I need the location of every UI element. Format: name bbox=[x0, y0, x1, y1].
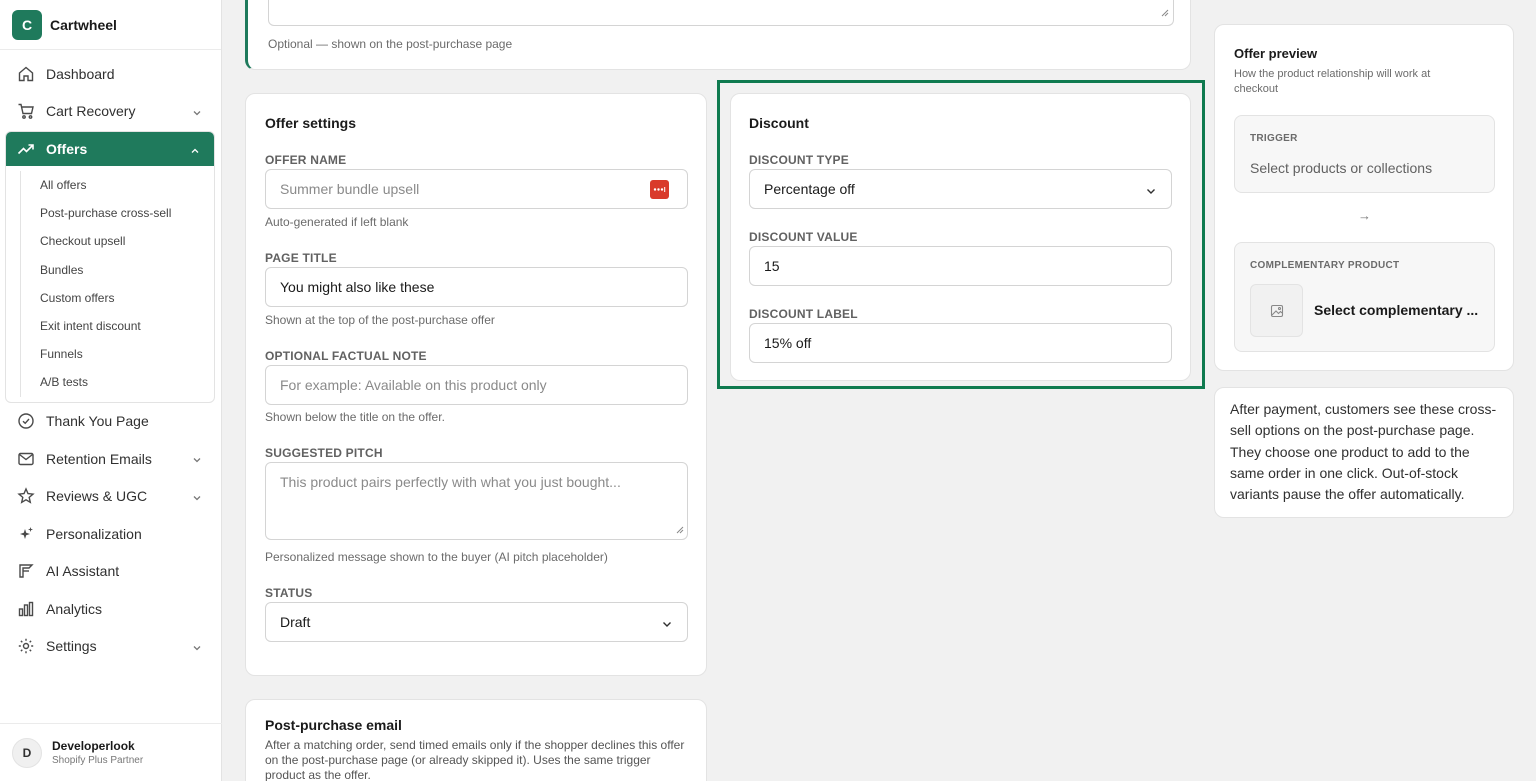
complementary-label: COMPLEMENTARY PRODUCT bbox=[1250, 260, 1400, 271]
nav-retention-label: Retention Emails bbox=[46, 450, 152, 467]
email-card-title: Post-purchase email bbox=[265, 717, 402, 733]
discount-highlight-outline bbox=[717, 80, 1205, 389]
email-card-desc: After a matching order, send timed email… bbox=[265, 738, 685, 781]
factual-note-input[interactable]: For example: Available on this product o… bbox=[265, 365, 688, 405]
complementary-value: Select complementary ... bbox=[1314, 302, 1479, 318]
resize-handle-icon[interactable] bbox=[676, 521, 684, 537]
resize-handle-icon[interactable] bbox=[1161, 4, 1169, 22]
page-title-help: Shown at the top of the post-purchase of… bbox=[265, 313, 495, 327]
nav-analytics-label: Analytics bbox=[46, 600, 103, 617]
pitch-help: Personalized message shown to the buyer … bbox=[265, 550, 608, 564]
avatar: D bbox=[12, 737, 42, 768]
star-icon bbox=[17, 487, 35, 505]
pitch-placeholder: This product pairs perfectly with what y… bbox=[280, 474, 621, 490]
offer-name-input[interactable]: Summer bundle upsell bbox=[265, 169, 688, 209]
mail-icon bbox=[17, 450, 35, 468]
user-role: Shopify Plus Partner bbox=[52, 755, 144, 766]
info-text: After payment, customers see these cross… bbox=[1230, 401, 1497, 503]
nav-ai-assistant-label: AI Assistant bbox=[46, 563, 120, 580]
chevron-down-icon bbox=[192, 105, 202, 121]
offer-preview-card: Offer preview How the product relationsh… bbox=[1214, 24, 1514, 371]
status-value: Draft bbox=[280, 614, 311, 630]
gear-icon bbox=[17, 637, 35, 655]
sub-item-all-offers[interactable]: All offers bbox=[40, 171, 214, 199]
nav-ai-assistant[interactable]: AI Assistant bbox=[0, 553, 222, 591]
offer-settings-card: Offer settings OFFER NAME Summer bundle … bbox=[245, 93, 707, 676]
info-card: After payment, customers see these cross… bbox=[1214, 387, 1514, 518]
sparkle-icon bbox=[17, 525, 35, 543]
page-title-label: PAGE TITLE bbox=[265, 251, 337, 265]
check-circle-icon bbox=[17, 412, 35, 430]
bar-chart-icon bbox=[17, 600, 35, 618]
post-purchase-email-card: Post-purchase email After a matching ord… bbox=[245, 699, 707, 781]
user-account[interactable]: D Developerlook Shopify Plus Partner bbox=[0, 723, 222, 781]
nav-cart-recovery[interactable]: Cart Recovery bbox=[0, 93, 222, 131]
nav-settings[interactable]: Settings bbox=[0, 628, 222, 666]
user-name: Developerlook bbox=[52, 739, 135, 753]
offer-name-label: OFFER NAME bbox=[265, 153, 347, 167]
nav-personalization-label: Personalization bbox=[46, 525, 142, 542]
trigger-label: TRIGGER bbox=[1250, 133, 1298, 144]
sidebar: C Cartwheel Dashboard Cart Recovery Offe… bbox=[0, 0, 222, 781]
factual-note-help: Shown below the title on the offer. bbox=[265, 410, 445, 424]
pitch-label: SUGGESTED PITCH bbox=[265, 446, 383, 460]
nav-menu: Dashboard Cart Recovery Offers All offer… bbox=[0, 55, 222, 665]
sub-item-custom-offers[interactable]: Custom offers bbox=[40, 284, 214, 312]
sub-item-exit-intent[interactable]: Exit intent discount bbox=[40, 312, 214, 340]
offers-submenu: All offers Post-purchase cross-sell Chec… bbox=[6, 166, 214, 402]
chevron-down-icon bbox=[192, 490, 202, 506]
description-card: Optional — shown on the post-purchase pa… bbox=[245, 0, 1191, 70]
chevron-up-icon bbox=[190, 143, 200, 159]
nav-reviews[interactable]: Reviews & UGC bbox=[0, 478, 222, 516]
nav-dashboard[interactable]: Dashboard bbox=[0, 55, 222, 93]
complementary-box[interactable]: COMPLEMENTARY PRODUCT Select complementa… bbox=[1234, 242, 1495, 352]
trigger-value: Select products or collections bbox=[1250, 160, 1433, 176]
offers-group: Offers All offers Post-purchase cross-se… bbox=[5, 131, 215, 403]
sub-item-post-purchase[interactable]: Post-purchase cross-sell bbox=[40, 199, 214, 227]
page-title-input[interactable]: You might also like these bbox=[265, 267, 688, 307]
ai-assistant-icon bbox=[17, 562, 35, 580]
nav-cart-recovery-label: Cart Recovery bbox=[46, 103, 136, 120]
brand-logo: C bbox=[12, 9, 42, 40]
nav-personalization[interactable]: Personalization bbox=[0, 515, 222, 553]
offer-settings-title: Offer settings bbox=[265, 115, 357, 131]
brand[interactable]: C Cartwheel bbox=[0, 0, 221, 50]
description-textarea[interactable] bbox=[268, 0, 1174, 26]
trending-up-icon bbox=[17, 140, 35, 158]
factual-note-label: OPTIONAL FACTUAL NOTE bbox=[265, 349, 427, 363]
chevron-down-icon bbox=[192, 452, 202, 468]
offer-name-placeholder: Summer bundle upsell bbox=[280, 181, 420, 197]
nav-thank-you[interactable]: Thank You Page bbox=[0, 403, 222, 441]
nav-offers-label: Offers bbox=[46, 141, 88, 157]
pitch-textarea[interactable]: This product pairs perfectly with what y… bbox=[265, 462, 688, 540]
password-manager-icon[interactable] bbox=[650, 180, 669, 199]
nav-settings-label: Settings bbox=[46, 638, 97, 655]
nav-dashboard-label: Dashboard bbox=[46, 65, 115, 82]
sub-item-bundles[interactable]: Bundles bbox=[40, 256, 214, 284]
nav-reviews-label: Reviews & UGC bbox=[46, 488, 148, 505]
home-icon bbox=[17, 65, 35, 83]
nav-retention-emails[interactable]: Retention Emails bbox=[0, 440, 222, 478]
chevron-down-icon bbox=[192, 640, 202, 656]
preview-subtitle: How the product relationship will work a… bbox=[1234, 68, 1431, 95]
nav-offers[interactable]: Offers bbox=[6, 132, 214, 166]
arrow-right-icon: → bbox=[1358, 208, 1371, 223]
offer-name-help: Auto-generated if left blank bbox=[265, 215, 409, 229]
chevron-down-icon bbox=[661, 617, 673, 633]
sub-item-ab-tests[interactable]: A/B tests bbox=[40, 368, 214, 396]
status-select[interactable]: Draft bbox=[265, 602, 688, 642]
brand-name: Cartwheel bbox=[50, 16, 117, 33]
image-placeholder-icon bbox=[1250, 284, 1303, 337]
preview-title: Offer preview bbox=[1234, 46, 1318, 61]
cart-icon bbox=[17, 102, 35, 120]
trigger-box[interactable]: TRIGGER Select products or collections bbox=[1234, 115, 1495, 193]
nav-analytics[interactable]: Analytics bbox=[0, 590, 222, 628]
description-help: Optional — shown on the post-purchase pa… bbox=[268, 37, 513, 51]
status-label: STATUS bbox=[265, 586, 313, 600]
nav-thank-you-label: Thank You Page bbox=[46, 413, 149, 430]
sub-item-checkout-upsell[interactable]: Checkout upsell bbox=[40, 227, 214, 255]
sub-item-funnels[interactable]: Funnels bbox=[40, 340, 214, 368]
